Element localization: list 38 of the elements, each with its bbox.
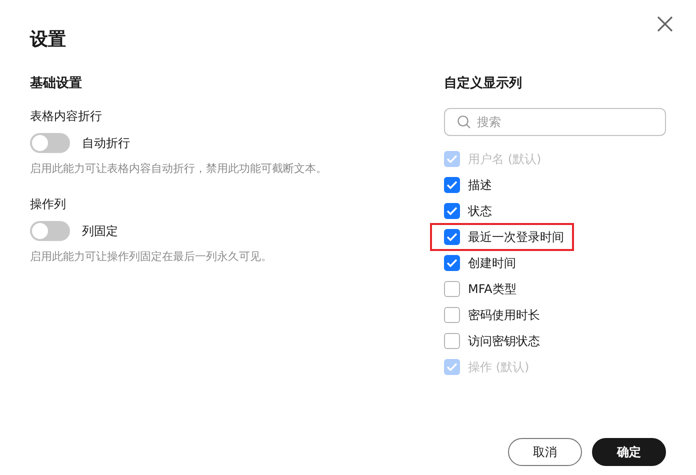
checkbox[interactable] — [444, 255, 460, 271]
column-option-label: 创建时间 — [468, 254, 516, 272]
checkbox[interactable] — [444, 177, 460, 193]
column-option-label: 最近一次登录时间 — [468, 228, 564, 246]
checkbox[interactable] — [444, 307, 460, 323]
check-icon — [446, 232, 458, 242]
checkbox[interactable] — [444, 229, 460, 245]
section-heading: 自定义显示列 — [444, 74, 522, 92]
column-option-label: 状态 — [468, 202, 492, 220]
column-option-label: 描述 — [468, 176, 492, 194]
checkbox[interactable] — [444, 333, 460, 349]
dialog-title: 设置 — [30, 28, 66, 51]
check-icon — [446, 180, 458, 190]
column-option-label: 用户名 (默认) — [468, 150, 542, 168]
checkbox[interactable] — [444, 203, 460, 219]
setting-description: 启用此能力可让操作列固定在最后一列永久可见。 — [30, 249, 272, 264]
column-option-label: 操作 (默认) — [468, 358, 530, 376]
cancel-button[interactable]: 取消 — [508, 438, 582, 466]
setting-label: 表格内容折行 — [30, 108, 102, 125]
switch-label: 列固定 — [82, 222, 118, 240]
check-icon — [446, 154, 458, 164]
check-icon — [446, 362, 458, 372]
close-icon[interactable] — [657, 16, 673, 32]
search-icon — [457, 115, 471, 129]
column-option-label: MFA类型 — [468, 280, 516, 298]
setting-description: 启用此能力可让表格内容自动折行，禁用此功能可截断文本。 — [30, 161, 327, 176]
search-field[interactable]: 搜索 — [444, 108, 666, 136]
column-option-label: 密码使用时长 — [468, 306, 540, 324]
checkbox[interactable] — [444, 281, 460, 297]
check-icon — [446, 206, 458, 216]
column-option-label: 访问密钥状态 — [468, 332, 540, 350]
check-icon — [446, 258, 458, 268]
toggle-switch[interactable] — [30, 133, 70, 153]
setting-label: 操作列 — [30, 196, 66, 213]
switch-label: 自动折行 — [82, 134, 130, 152]
confirm-button[interactable]: 确定 — [592, 438, 666, 466]
section-heading: 基础设置 — [30, 75, 82, 92]
toggle-switch[interactable] — [30, 221, 70, 241]
